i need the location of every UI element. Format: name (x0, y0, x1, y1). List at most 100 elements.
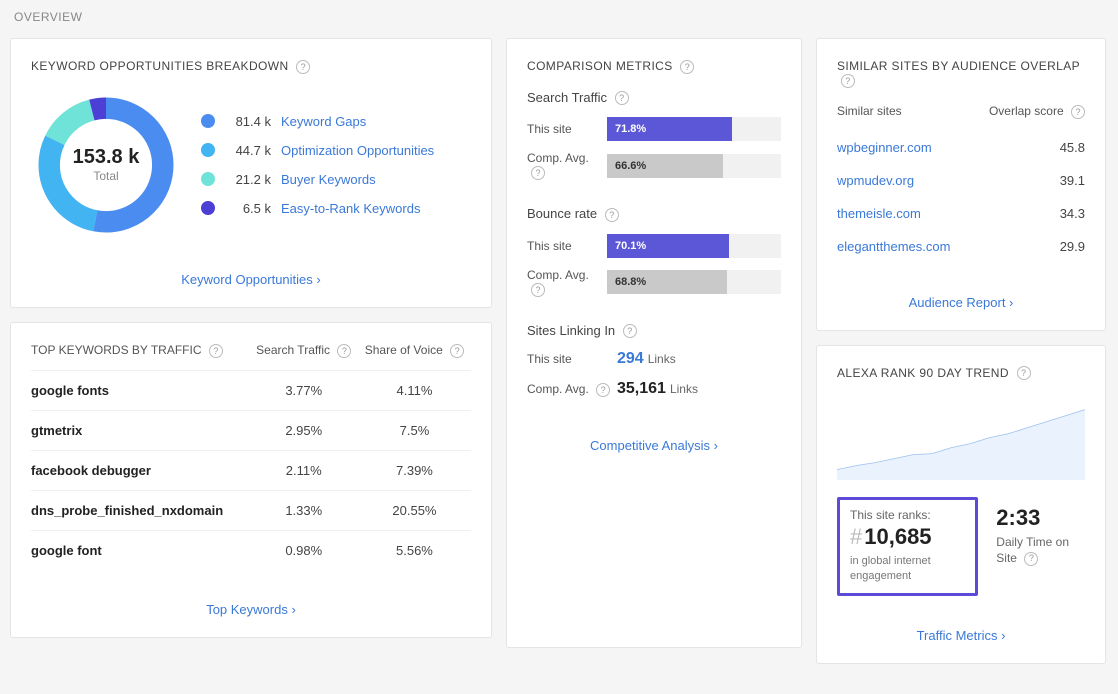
audience-report-link[interactable]: Audience Report (837, 281, 1085, 310)
help-icon[interactable]: ? (623, 324, 637, 338)
linking-metric: Sites Linking In ? This site 294 Links C… (527, 323, 781, 399)
traffic-cell: 1.33% (250, 490, 358, 530)
overlap-score: 39.1 (1060, 173, 1085, 188)
traffic-metrics-link[interactable]: Traffic Metrics (837, 614, 1085, 643)
this-site-label: This site (527, 239, 607, 253)
card-title: COMPARISON METRICS ? (527, 59, 781, 74)
bar-track: 68.8% (607, 270, 781, 294)
bar-fill-avg: 68.8% (607, 270, 727, 294)
similar-site-link[interactable]: wpmudev.org (837, 173, 914, 188)
top-keywords-card: TOP KEYWORDS BY TRAFFIC ? Search Traffic… (10, 322, 492, 638)
rank-intro-label: This site ranks: (850, 508, 965, 522)
card-title: SIMILAR SITES BY AUDIENCE OVERLAP ? (837, 59, 1085, 88)
card-title: ALEXA RANK 90 DAY TREND ? (837, 366, 1085, 381)
this-site-label: This site (527, 122, 607, 136)
traffic-cell: 2.95% (250, 410, 358, 450)
similar-site-link[interactable]: themeisle.com (837, 206, 921, 221)
help-icon[interactable]: ? (450, 344, 464, 358)
list-item: themeisle.com 34.3 (837, 197, 1085, 230)
keyword-cell: google fonts (31, 370, 250, 410)
legend-dot (201, 172, 215, 186)
trend-sparkline (837, 400, 1085, 480)
legend-link[interactable]: Buyer Keywords (281, 172, 376, 187)
linking-avg-value: 35,161 (617, 380, 666, 398)
help-icon[interactable]: ? (615, 91, 629, 105)
legend-dot (201, 143, 215, 157)
bounce-rate-metric: Bounce rate ? This site 70.1% Comp. Avg.… (527, 206, 781, 296)
competitive-analysis-link[interactable]: Competitive Analysis (527, 424, 781, 453)
time-label: Daily Time on Site ? (996, 535, 1085, 566)
legend-item: 44.7 k Optimization Opportunities (201, 143, 434, 158)
keyword-cell: google font (31, 530, 250, 570)
list-item: elegantthemes.com 29.9 (837, 230, 1085, 263)
legend-dot (201, 201, 215, 215)
time-value: 2:33 (996, 505, 1085, 531)
similar-site-link[interactable]: elegantthemes.com (837, 239, 950, 254)
bar-fill-this: 70.1% (607, 234, 729, 258)
help-icon[interactable]: ? (1071, 105, 1085, 119)
comp-avg-label: Comp. Avg. ? (527, 151, 607, 180)
help-icon[interactable]: ? (605, 208, 619, 222)
help-icon[interactable]: ? (531, 283, 545, 297)
keyword-opportunities-link[interactable]: Keyword Opportunities (31, 258, 471, 287)
bar-fill-this: 71.8% (607, 117, 732, 141)
bar-track: 70.1% (607, 234, 781, 258)
alexa-rank-card: ALEXA RANK 90 DAY TREND ? This site rank… (816, 345, 1106, 664)
table-row: facebook debugger2.11%7.39% (31, 450, 471, 490)
similar-site-link[interactable]: wpbeginner.com (837, 140, 932, 155)
bar-track: 66.6% (607, 154, 781, 178)
bar-track: 71.8% (607, 117, 781, 141)
help-icon[interactable]: ? (296, 60, 310, 74)
legend-item: 21.2 k Buyer Keywords (201, 172, 434, 187)
legend-item: 81.4 k Keyword Gaps (201, 114, 434, 129)
table-row: google fonts3.77%4.11% (31, 370, 471, 410)
help-icon[interactable]: ? (531, 166, 545, 180)
comp-avg-label: Comp. Avg. ? (527, 268, 607, 297)
comparison-metrics-card: COMPARISON METRICS ? Search Traffic ? Th… (506, 38, 802, 648)
help-icon[interactable]: ? (1024, 552, 1038, 566)
legend-link[interactable]: Keyword Gaps (281, 114, 366, 129)
rank-highlight-box: This site ranks: #10,685 in global inter… (837, 497, 978, 596)
table-row: dns_probe_finished_nxdomain1.33%20.55% (31, 490, 471, 530)
card-title: KEYWORD OPPORTUNITIES BREAKDOWN ? (31, 59, 471, 74)
bar-fill-avg: 66.6% (607, 154, 723, 178)
help-icon[interactable]: ? (337, 344, 351, 358)
col-keyword: TOP KEYWORDS BY TRAFFIC ? (31, 343, 250, 370)
help-icon[interactable]: ? (209, 344, 223, 358)
linking-this-value[interactable]: 294 (617, 350, 644, 368)
rank-desc: in global internet engagement (850, 554, 965, 583)
help-icon[interactable]: ? (680, 60, 694, 74)
list-item: wpmudev.org 39.1 (837, 164, 1085, 197)
col-search-traffic: Search Traffic ? (250, 343, 358, 370)
this-site-label: This site (527, 352, 617, 366)
overlap-score: 29.9 (1060, 239, 1085, 254)
legend-link[interactable]: Easy-to-Rank Keywords (281, 201, 420, 216)
donut-chart: 153.8 k Total (31, 90, 181, 240)
keyword-cell: dns_probe_finished_nxdomain (31, 490, 250, 530)
col-share-of-voice: Share of Voice ? (358, 343, 471, 370)
top-keywords-table: TOP KEYWORDS BY TRAFFIC ? Search Traffic… (31, 343, 471, 570)
rank-value: #10,685 (850, 524, 965, 550)
keyword-opportunities-card: KEYWORD OPPORTUNITIES BREAKDOWN ? 153.8 … (10, 38, 492, 308)
top-keywords-link[interactable]: Top Keywords (31, 588, 471, 617)
time-on-site-box: 2:33 Daily Time on Site ? (996, 497, 1085, 596)
col-overlap-score: Overlap score ? (989, 104, 1085, 119)
keyword-cell: facebook debugger (31, 450, 250, 490)
legend-link[interactable]: Optimization Opportunities (281, 143, 434, 158)
share-cell: 7.5% (358, 410, 471, 450)
help-icon[interactable]: ? (596, 383, 610, 397)
help-icon[interactable]: ? (1017, 366, 1031, 380)
traffic-cell: 2.11% (250, 450, 358, 490)
legend-item: 6.5 k Easy-to-Rank Keywords (201, 201, 434, 216)
table-row: google font0.98%5.56% (31, 530, 471, 570)
help-icon[interactable]: ? (841, 74, 855, 88)
keyword-cell: gtmetrix (31, 410, 250, 450)
table-row: gtmetrix2.95%7.5% (31, 410, 471, 450)
legend-dot (201, 114, 215, 128)
share-cell: 4.11% (358, 370, 471, 410)
share-cell: 20.55% (358, 490, 471, 530)
overlap-score: 34.3 (1060, 206, 1085, 221)
list-item: wpbeginner.com45.8 (837, 131, 1085, 164)
col-similar-sites: Similar sites (837, 104, 902, 119)
page-title: OVERVIEW (14, 10, 1108, 24)
